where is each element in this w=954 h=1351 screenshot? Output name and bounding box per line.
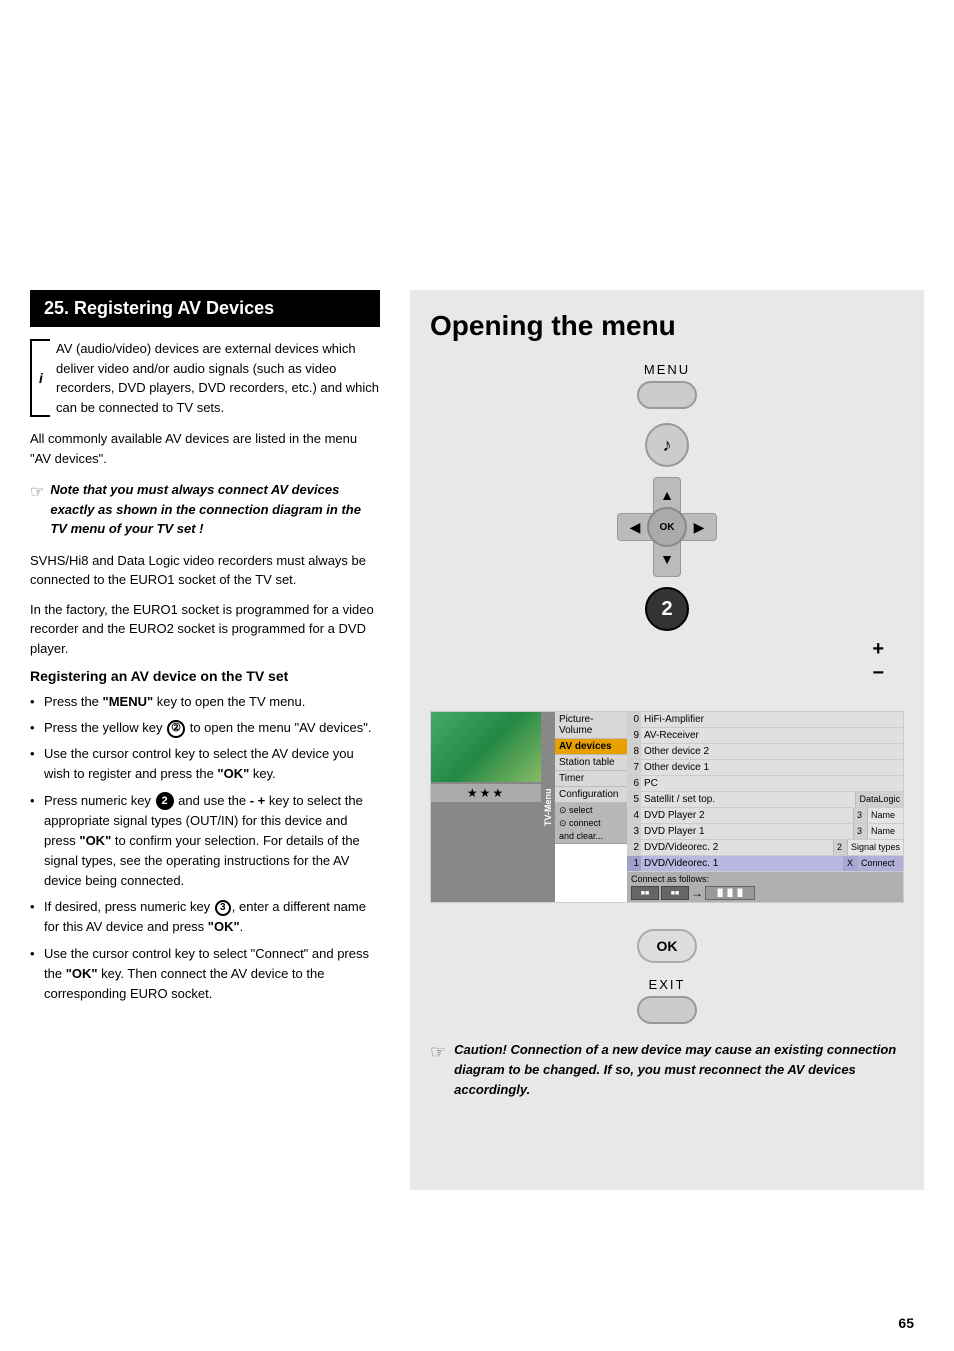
- channel-row-7: 7 Other device 1: [627, 760, 903, 776]
- page-container: 25. Registering AV Devices i AV (audio/v…: [0, 0, 954, 1351]
- section-title: 25. Registering AV Devices: [30, 290, 380, 327]
- body-text-1: SVHS/Hi8 and Data Logic video recorders …: [30, 551, 380, 590]
- channel-row-8: 8 Other device 2: [627, 744, 903, 760]
- channel-row-2: 2 DVD/Videorec. 2 2 Signal types: [627, 840, 903, 856]
- connect-diagram: ■■ ■■ → ▐▌▐▌▐▌: [631, 886, 899, 900]
- tv-menu-item-picture[interactable]: Picture-Volume: [555, 712, 627, 739]
- tv-menu-status: ⊙ select ⊙ connect and clear...: [555, 803, 627, 844]
- section-title-text: 25. Registering AV Devices: [44, 298, 274, 318]
- connector-2: ■■: [661, 886, 689, 900]
- right-column: Opening the menu MENU ♪ ▲: [400, 290, 924, 1190]
- right-column-bg: Opening the menu MENU ♪ ▲: [410, 290, 924, 1190]
- music-button[interactable]: ♪: [645, 423, 689, 467]
- top-space: [0, 0, 954, 290]
- arrow-connector: →: [691, 886, 703, 900]
- channel-row-6: 6 PC: [627, 776, 903, 792]
- tv-menu-item-timer[interactable]: Timer: [555, 771, 627, 787]
- tv-stars: ★★★: [431, 784, 541, 802]
- status-select: ⊙ select: [559, 805, 623, 816]
- caution-icon: ☞: [430, 1042, 446, 1063]
- num-2-button[interactable]: 2: [645, 587, 689, 631]
- dpad: ▲ ▼ ◀ ▶ OK: [617, 477, 717, 577]
- opening-menu-title: Opening the menu: [430, 310, 904, 342]
- tv-menu-screenshot: ★★★ TV-Menu Picture-Volume AV devices St…: [430, 711, 904, 903]
- tv-menu-item-config[interactable]: Configuration: [555, 787, 627, 803]
- tv-preview-image: [431, 712, 541, 782]
- connect-label: Connect as follows:: [631, 874, 899, 884]
- page-number: 65: [898, 1315, 914, 1331]
- tv-menu-items-list: Picture-Volume AV devices Station table …: [555, 712, 627, 902]
- channel-row-1: 1 DVD/Videorec. 1 X Connect: [627, 856, 903, 872]
- menu-label-text: MENU: [644, 362, 690, 377]
- body-text-2: In the factory, the EURO1 socket is prog…: [30, 600, 380, 659]
- channel-row-0: 0 HiFi-Amplifier: [627, 712, 903, 728]
- ok-center-button[interactable]: OK: [647, 507, 687, 547]
- exit-button[interactable]: [637, 996, 697, 1024]
- left-column: 25. Registering AV Devices i AV (audio/v…: [30, 290, 400, 1190]
- bullet-item-1: Press the "MENU" key to open the TV menu…: [30, 692, 380, 712]
- bullet-item-4: Press numeric key 2 and use the - + key …: [30, 791, 380, 892]
- minus-sign: −: [872, 661, 884, 685]
- sub-heading: Registering an AV device on the TV set: [30, 668, 380, 684]
- remote-area: MENU ♪ ▲ ▼ ◀ ▶ OK: [430, 362, 904, 695]
- menu-button[interactable]: [637, 381, 697, 409]
- channel-row-4: 4 DVD Player 2 3 Name: [627, 808, 903, 824]
- caution-note: ☞ Caution! Connection of a new device ma…: [430, 1040, 904, 1100]
- status-clear: and clear...: [559, 831, 623, 841]
- note-icon: ☞: [30, 482, 44, 502]
- info-text: AV (audio/video) devices are external de…: [56, 339, 380, 417]
- ok-button-area: OK: [430, 919, 904, 973]
- tv-menu-sidebar-area: TV-Menu Picture-Volume AV devices Statio…: [541, 712, 627, 902]
- tv-screenshot-image: ★★★: [431, 712, 541, 902]
- channel-row-9: 9 AV-Receiver: [627, 728, 903, 744]
- all-devices-text: All commonly available AV devices are li…: [30, 429, 380, 468]
- bullet-item-5: If desired, press numeric key 3, enter a…: [30, 897, 380, 937]
- connector-3: ▐▌▐▌▐▌: [705, 886, 755, 900]
- plus-sign: +: [872, 637, 884, 661]
- channel-row-5: 5 Satellit / set top. DataLogic: [627, 792, 903, 808]
- main-content: 25. Registering AV Devices i AV (audio/v…: [0, 290, 954, 1190]
- ok-button[interactable]: OK: [637, 929, 697, 963]
- bullet-item-6: Use the cursor control key to select "Co…: [30, 944, 380, 1004]
- info-block: i AV (audio/video) devices are external …: [30, 339, 380, 417]
- connect-follows: Connect as follows: ■■ ■■ → ▐▌▐▌▐▌: [627, 872, 903, 902]
- note-text: Note that you must always connect AV dev…: [50, 480, 380, 539]
- note-block: ☞ Note that you must always connect AV d…: [30, 480, 380, 539]
- connector-1: ■■: [631, 886, 659, 900]
- channel-row-3: 3 DVD Player 1 3 Name: [627, 824, 903, 840]
- bullet-list: Press the "MENU" key to open the TV menu…: [30, 692, 380, 1004]
- exit-label: EXIT: [430, 977, 904, 992]
- channel-list: 0 HiFi-Amplifier 9 AV-Receiver 8 Other d…: [627, 712, 903, 902]
- bullet-item-2: Press the yellow key ② to open the menu …: [30, 718, 380, 738]
- tv-menu-item-av[interactable]: AV devices: [555, 739, 627, 755]
- tv-menu-sidebar-label: TV-Menu: [541, 712, 555, 902]
- status-connect: ⊙ connect: [559, 818, 623, 829]
- bullet-item-3: Use the cursor control key to select the…: [30, 744, 380, 784]
- info-marker: i: [30, 339, 50, 417]
- caution-text: Caution! Connection of a new device may …: [454, 1040, 904, 1100]
- tv-menu-item-station[interactable]: Station table: [555, 755, 627, 771]
